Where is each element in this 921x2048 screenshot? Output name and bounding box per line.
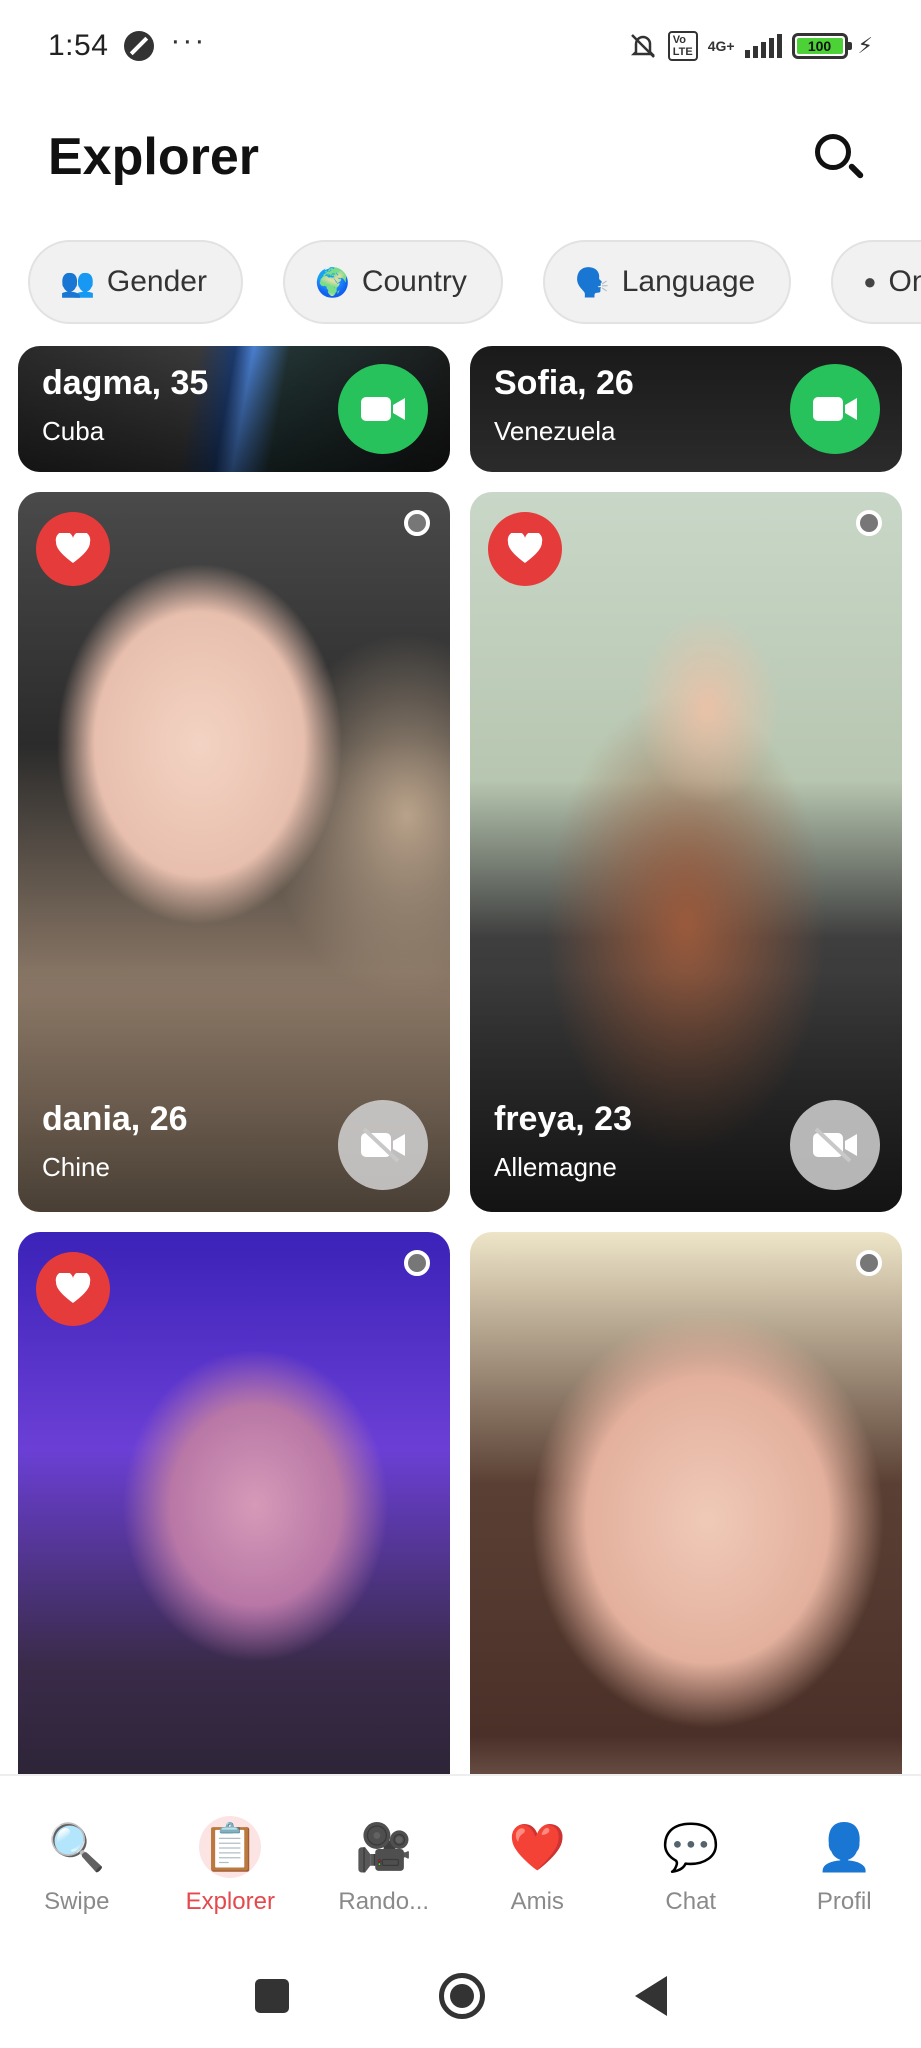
filter-online[interactable]: ● On: [831, 240, 921, 324]
heart-icon: [55, 533, 91, 563]
nav-random[interactable]: 🎥 Rando...: [307, 1776, 461, 1944]
profile-country: Chine: [42, 1152, 110, 1182]
status-time: 1:54: [48, 29, 109, 62]
video-camera-icon: [361, 397, 405, 421]
profile-country: Venezuela: [494, 416, 616, 446]
profile-country: Cuba: [42, 416, 105, 446]
filter-label: Country: [361, 265, 467, 298]
search-button[interactable]: [803, 122, 873, 192]
magnifier-icon: 🔍: [48, 1820, 106, 1873]
profile-name: dania, 26: [42, 1100, 188, 1138]
clipboard-icon: 📋: [199, 1816, 262, 1878]
nav-label: Amis: [510, 1888, 564, 1915]
battery-level: 100: [796, 38, 843, 54]
profile-photo: [470, 1232, 902, 1774]
heart-icon: [507, 533, 543, 563]
heart-icon: ❤️: [508, 1820, 566, 1873]
globe-icon: 🌍: [314, 266, 350, 298]
network-type: 4G+: [707, 38, 735, 54]
filter-gender[interactable]: 👥 Gender: [28, 240, 243, 324]
nav-friends[interactable]: ❤️ Amis: [461, 1776, 615, 1944]
person-icon: 👤: [815, 1820, 873, 1873]
filter-bar: 👥 Gender 🌍 Country 🗣️ Language ● On: [28, 240, 921, 326]
volte-icon: Vo LTE: [667, 31, 698, 61]
speaking-head-icon: 🗣️: [574, 266, 610, 298]
online-status-dot: [404, 1250, 430, 1276]
video-camera-icon: [813, 397, 857, 421]
profile-card[interactable]: dania, 26 Chine: [18, 492, 450, 1212]
signal-icon: [744, 34, 782, 58]
nav-explorer[interactable]: 📋 Explorer: [154, 1776, 308, 1944]
nav-chat[interactable]: 💬 Chat: [614, 1776, 768, 1944]
profile-card[interactable]: [470, 1232, 902, 1774]
video-call-button[interactable]: [338, 364, 428, 454]
heart-icon: [55, 1273, 91, 1303]
profile-name: freya, 23: [494, 1100, 632, 1138]
people-icon: 👥: [60, 266, 95, 298]
home-button[interactable]: [438, 1973, 485, 2019]
online-status-dot: [856, 510, 882, 536]
nav-swipe[interactable]: 🔍 Swipe: [0, 1776, 154, 1944]
video-call-unavailable-button[interactable]: [790, 1100, 880, 1190]
nav-label: Rando...: [338, 1888, 430, 1915]
charging-icon: ⚡: [857, 33, 873, 58]
online-status-dot: [856, 1250, 882, 1276]
filter-language[interactable]: 🗣️ Language: [542, 240, 792, 324]
video-call-unavailable-button[interactable]: [338, 1100, 428, 1190]
recent-apps-button[interactable]: [254, 1979, 289, 2013]
video-camera-icon: 🎥: [355, 1820, 413, 1873]
like-button[interactable]: [488, 512, 562, 586]
do-not-disturb-icon: [124, 31, 155, 61]
nav-label: Chat: [665, 1888, 717, 1915]
muted-bell-icon: [630, 34, 655, 58]
video-call-button[interactable]: [790, 364, 880, 454]
search-icon: [815, 134, 851, 170]
battery-icon: 100: [791, 33, 852, 59]
video-off-icon: [813, 1127, 857, 1163]
profile-card[interactable]: [18, 1232, 450, 1774]
back-button[interactable]: [634, 1976, 667, 2016]
nav-label: Profil: [816, 1888, 872, 1915]
online-dot-icon: ●: [863, 269, 877, 294]
video-off-icon: [361, 1127, 405, 1163]
profile-grid: dagma, 35 Cuba Sofia, 26 Venezuela dania…: [0, 346, 921, 1774]
more-notifications-icon: ···: [170, 24, 207, 57]
nav-profile[interactable]: 👤 Profil: [768, 1776, 921, 1944]
header: Explorer: [0, 92, 921, 222]
profile-card[interactable]: freya, 23 Allemagne: [470, 492, 902, 1212]
bottom-nav: 🔍 Swipe 📋 Explorer 🎥 Rando... ❤️ Amis 💬 …: [0, 1774, 921, 1944]
filter-label: On: [888, 265, 921, 298]
filter-label: Language: [621, 265, 756, 298]
profile-card[interactable]: Sofia, 26 Venezuela: [470, 346, 902, 472]
profile-name: Sofia, 26: [494, 364, 634, 402]
nav-label: Explorer: [185, 1888, 275, 1915]
speech-bubble-icon: 💬: [662, 1820, 720, 1873]
like-button[interactable]: [36, 512, 110, 586]
online-status-dot: [404, 510, 430, 536]
profile-country: Allemagne: [494, 1152, 617, 1182]
filter-country[interactable]: 🌍 Country: [282, 240, 503, 324]
profile-name: dagma, 35: [42, 364, 209, 402]
filter-label: Gender: [106, 265, 207, 298]
system-nav-bar: [0, 1944, 921, 2048]
profile-card[interactable]: dagma, 35 Cuba: [18, 346, 450, 472]
page-title: Explorer: [48, 128, 259, 186]
like-button[interactable]: [36, 1252, 110, 1326]
nav-label: Swipe: [44, 1888, 110, 1915]
status-bar: 1:54 ··· Vo LTE 4G+ 100 ⚡: [0, 0, 921, 92]
